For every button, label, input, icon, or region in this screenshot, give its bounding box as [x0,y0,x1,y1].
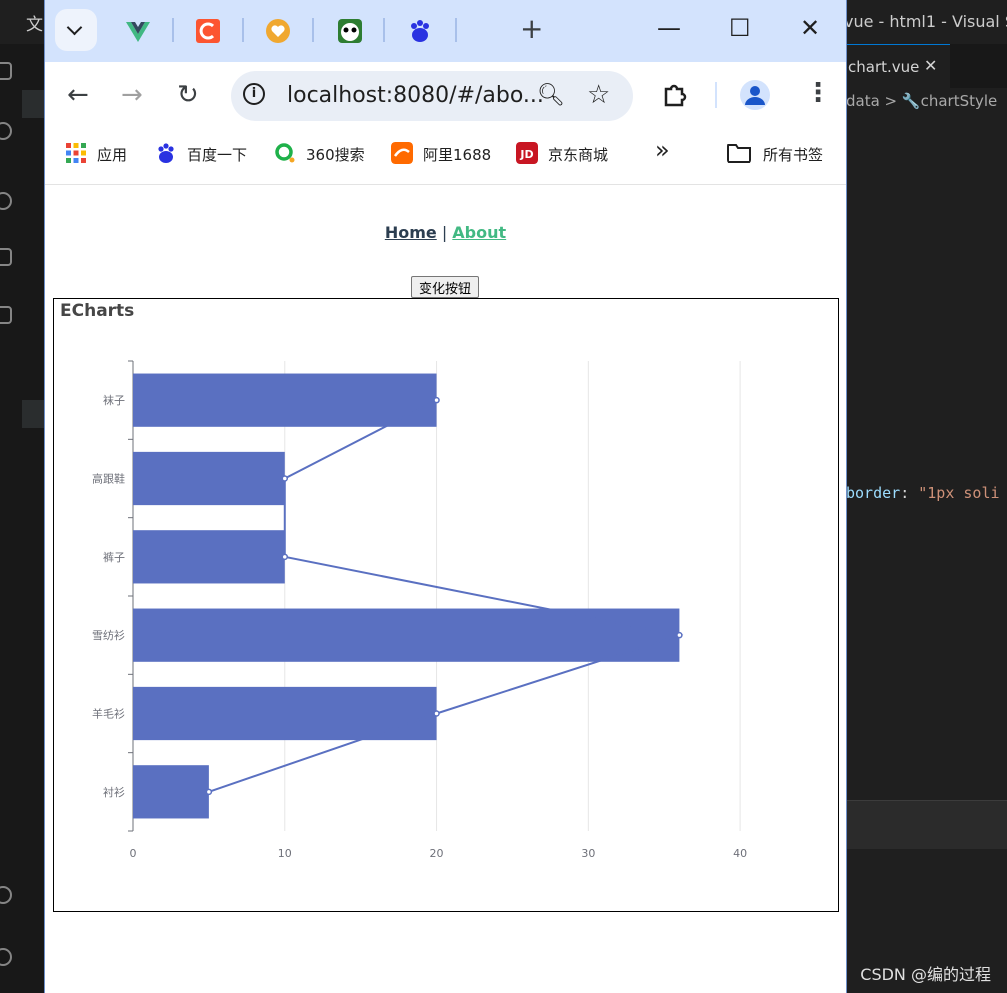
y-category-label: 羊毛衫 [92,707,125,721]
y-category-label: 高跟鞋 [92,472,125,486]
zoom-icon[interactable]: 🔍︎ [537,83,565,108]
baidu-favicon-icon[interactable] [407,18,433,44]
reload-button[interactable]: ↻ [177,80,199,110]
chevron-down-icon [66,19,83,36]
csdn-favicon-icon[interactable] [195,18,221,44]
line-point [205,788,213,796]
chart-container: ECharts 0 10 20 30 40 衬衫 羊毛衫 雪纺衫 裤子 高跟鞋 袜子 [53,298,839,912]
bookmark-label: 所有书签 [763,146,824,164]
x-tick-label: 0 [130,847,137,860]
minimize-button[interactable]: — [657,14,681,42]
baidu-paw-icon [158,143,174,163]
line-point [433,710,440,717]
toolbar-separator [715,82,717,108]
new-tab-button[interactable]: + [520,12,543,45]
jd-icon: JD [516,142,538,164]
folder-icon [727,144,751,163]
vue-favicon-icon[interactable] [125,18,151,44]
browser-toolbar: ← → ↻ i localhost:8080/#/abo... 🔍︎ ☆ ⋮ [45,62,846,126]
breadcrumb-item[interactable]: data > [846,92,902,110]
panda-favicon-icon[interactable] [337,18,363,44]
wrench-icon: 🔧 [901,92,921,110]
code-punct: : [900,484,919,502]
close-window-button[interactable]: ✕ [800,14,820,42]
code-string: "1px soli [918,484,1000,502]
bar [133,373,437,427]
bookmark-label: 京东商城 [548,146,609,164]
extensions-puzzle-icon[interactable] [661,81,689,109]
apps-grid-icon [66,143,86,163]
tab-separator [383,18,385,42]
bookmark-label: 应用 [97,146,128,164]
tab-separator [312,18,314,42]
x-tick-label: 20 [430,847,444,860]
bar [133,608,680,662]
chrome-window: + — ☐ ✕ ← → ↻ i localhost:8080/#/abo... … [44,0,847,993]
tab-separator [455,18,457,42]
nav-link-about[interactable]: About [452,223,506,242]
code-key: border [846,484,901,502]
bar [133,451,285,506]
breadcrumb: data > 🔧chartStyle [846,92,997,110]
editor-tab-label: chart.vue [848,58,920,76]
tab-search-button[interactable] [55,9,97,51]
search-360-icon [275,143,295,163]
y-category-label: 衬衫 [103,786,125,799]
bookmark-label: 阿里1688 [423,146,492,164]
bar-chart: 0 10 20 30 40 衬衫 羊毛衫 雪纺衫 裤子 高跟鞋 袜子 [92,360,747,860]
bookmark-label: 360搜索 [306,146,365,164]
vscode-menu-item[interactable]: 文 [26,10,43,35]
editor-tab[interactable]: chart.vue ✕ [846,44,950,89]
vscode-editor-tabs: chart.vue ✕ [846,44,1007,89]
tab-separator [242,18,244,42]
nav-link-home[interactable]: Home [385,223,437,242]
x-tick-label: 10 [278,847,292,860]
change-button[interactable]: 变化按钮 [411,276,480,298]
site-info-icon[interactable]: i [243,83,265,105]
vscode-window-title: vue - html1 - Visual S [844,12,1007,31]
y-category-label: 袜子 [103,393,125,407]
y-category-label: 裤子 [103,550,125,564]
line-point [433,396,440,404]
bookmark-label: 百度一下 [187,146,248,164]
y-category-label: 雪纺衫 [92,628,125,642]
x-tick-label: 40 [733,847,747,860]
bookmarks-bar: 应用 百度一下 360搜索 阿里1688 JD 京东商城 » 所有书签 [45,126,846,185]
sidebar-row[interactable] [22,90,46,118]
code-line: border: "1px soli [846,484,1000,502]
nav-separator: | [436,223,453,242]
line-point [281,553,289,561]
line-point [281,475,289,482]
breadcrumb-item[interactable]: chartStyle [921,92,998,110]
back-button[interactable]: ← [67,80,89,110]
bookmarks-overflow-button[interactable]: » [655,136,670,164]
line-point [676,631,683,639]
address-bar[interactable]: i localhost:8080/#/abo... 🔍︎ ☆ [231,71,633,121]
alibaba-icon [391,142,413,164]
bookmark-star-icon[interactable]: ☆ [587,80,610,110]
watermark: CSDN @编的过程 [860,965,991,984]
heart-favicon-icon[interactable] [265,18,291,44]
more-menu-icon[interactable]: ⋮ [805,78,831,108]
profile-avatar-icon[interactable] [739,79,771,111]
bar [133,686,437,741]
maximize-button[interactable]: ☐ [729,14,751,42]
close-icon[interactable]: ✕ [924,56,937,75]
address-url[interactable]: localhost:8080/#/abo... [287,83,544,108]
tab-strip: + — ☐ ✕ [45,0,846,62]
svg-text:JD: JD [519,148,533,161]
router-nav: Home | About [45,223,846,242]
sidebar-row[interactable] [22,400,46,428]
page-content: Home | About 变化按钮 ECharts 0 10 20 30 40 衬衫 羊毛衫… [45,185,846,993]
bar [133,530,285,584]
x-tick-label: 30 [581,847,595,860]
vscode-sidebar [0,44,46,993]
tab-separator [172,18,174,42]
vscode-panel [846,800,1007,849]
bar [133,765,209,819]
forward-button[interactable]: → [121,80,143,110]
